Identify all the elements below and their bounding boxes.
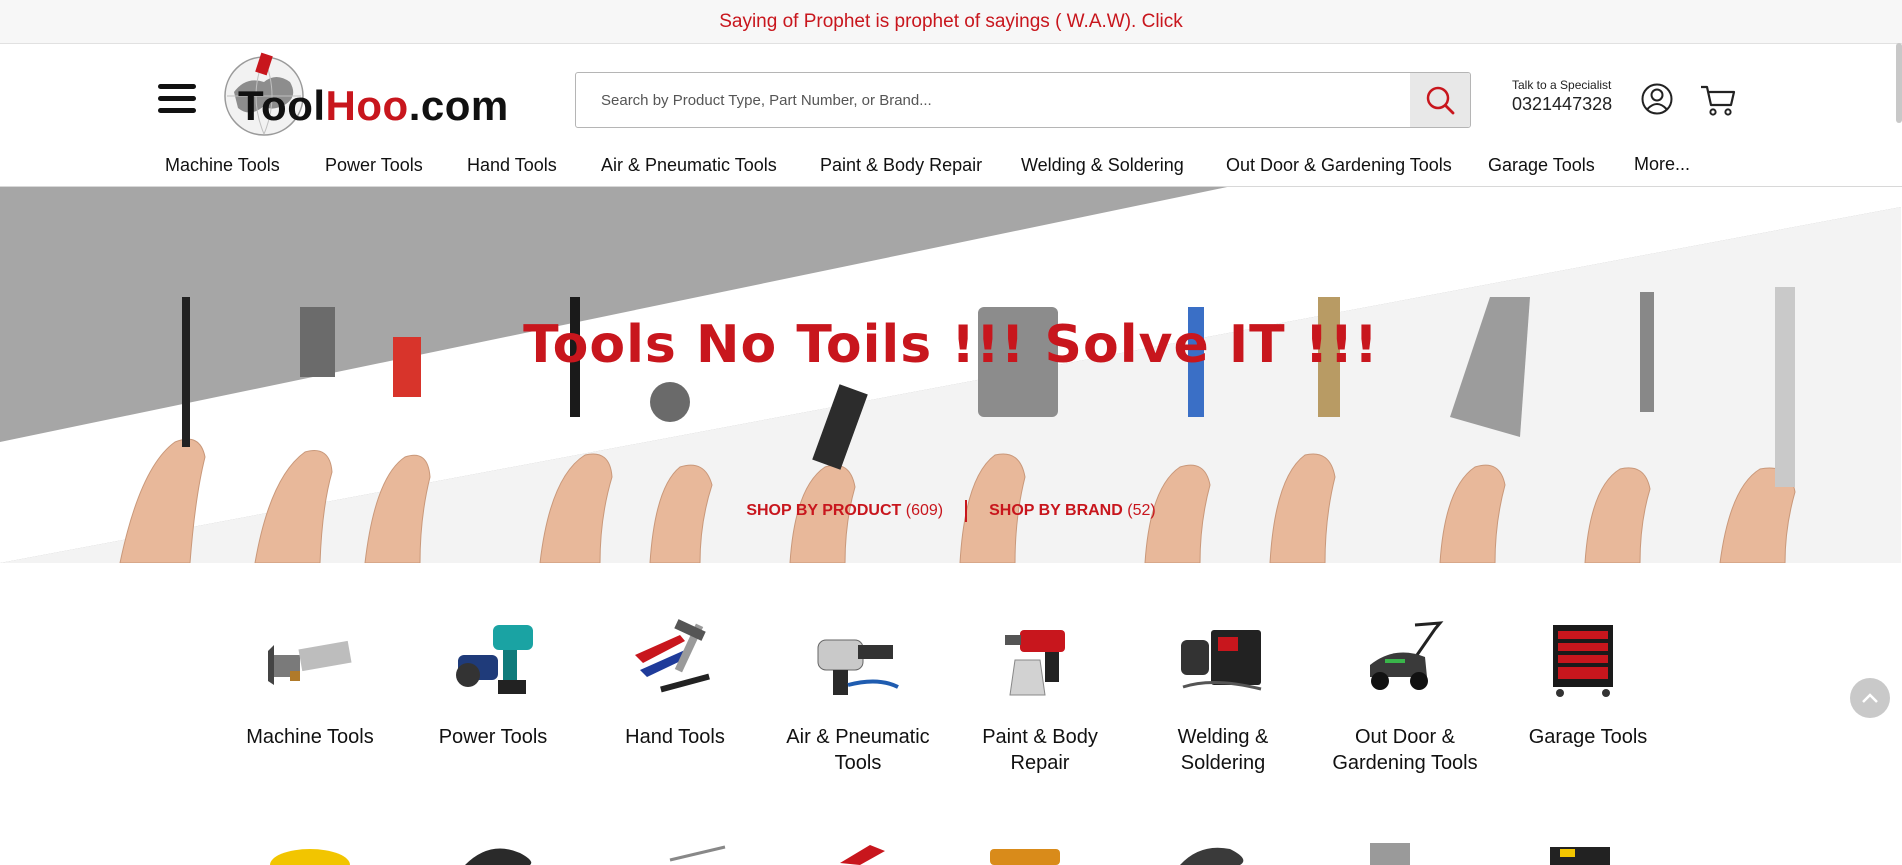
nav-item-more[interactable]: More...: [1634, 154, 1690, 175]
shop-links: SHOP BY PRODUCT (609) SHOP BY BRAND (52): [0, 500, 1901, 522]
nav-item-air-pneumatic-tools[interactable]: Air & Pneumatic Tools: [601, 155, 777, 176]
shop-by-product-link[interactable]: SHOP BY PRODUCT (609): [746, 502, 943, 520]
nav-item-paint-body-repair[interactable]: Paint & Body Repair: [820, 155, 982, 176]
product-count: (609): [905, 502, 944, 519]
category-power-tools[interactable]: Power Tools: [408, 615, 578, 750]
category-label: Garage Tools: [1528, 726, 1648, 748]
cart-icon[interactable]: [1700, 83, 1736, 117]
category-label: Machine Tools: [246, 726, 374, 748]
category-thumbnails-partial: [270, 843, 1610, 865]
chevron-up-icon: [1862, 693, 1878, 703]
welder-icon: [1181, 630, 1262, 691]
link-separator: [965, 500, 968, 522]
category-paint-body-repair[interactable]: Paint & Body Repair: [955, 615, 1125, 776]
category-label: Air & Pneumatic Tools: [786, 726, 930, 774]
lawn-mower-icon: [1370, 621, 1444, 690]
category-garage-tools[interactable]: Garage Tools: [1503, 615, 1673, 750]
category-hand-tools[interactable]: Hand Tools: [590, 615, 760, 750]
specialist-contact[interactable]: Talk to a Specialist 0321447328: [1512, 78, 1612, 115]
specialist-label: Talk to a Specialist: [1512, 78, 1612, 92]
menu-icon[interactable]: [158, 84, 196, 116]
nav-item-machine-tools[interactable]: Machine Tools: [165, 155, 280, 176]
category-machine-tools[interactable]: Machine Tools: [225, 615, 395, 750]
paint-sprayer-icon: [1005, 630, 1065, 696]
logo-text: ToolHoo.com: [238, 82, 509, 129]
announcement-bar[interactable]: Saying of Prophet is prophet of sayings …: [0, 0, 1902, 44]
impact-wrench-icon: [817, 639, 899, 695]
category-grid-row-2: [0, 835, 1902, 865]
category-air-pneumatic-tools[interactable]: Air & Pneumatic Tools: [773, 615, 943, 776]
nav-item-hand-tools[interactable]: Hand Tools: [467, 155, 557, 176]
pliers-hammer-icon: [635, 619, 710, 693]
specialist-phone[interactable]: 0321447328: [1512, 94, 1612, 115]
nav-item-power-tools[interactable]: Power Tools: [325, 155, 423, 176]
category-label: Out Door & Gardening Tools: [1332, 726, 1478, 774]
power-drill-icon: [456, 625, 533, 694]
category-label: Power Tools: [438, 726, 548, 748]
scroll-to-top-button[interactable]: [1850, 678, 1890, 718]
tool-cabinet-icon: [1553, 625, 1613, 697]
category-label: Welding & Soldering: [1177, 726, 1269, 774]
milling-holder-icon: [268, 640, 352, 685]
hero-banner: Tools No Toils !!! Solve IT !!! SHOP BY …: [0, 187, 1901, 563]
announcement-text[interactable]: Saying of Prophet is prophet of sayings …: [719, 11, 1183, 33]
hero-title: Tools No Toils !!! Solve IT !!!: [523, 315, 1379, 375]
nav-item-welding-soldering[interactable]: Welding & Soldering: [1021, 155, 1184, 176]
category-label: Paint & Body Repair: [982, 726, 1098, 774]
category-outdoor-gardening-tools[interactable]: Out Door & Gardening Tools: [1320, 615, 1490, 776]
page-scrollbar[interactable]: [1896, 43, 1902, 123]
site-logo[interactable]: ToolHoo.com: [224, 52, 530, 136]
shop-by-brand-link[interactable]: SHOP BY BRAND (52): [989, 502, 1156, 520]
category-nav: Machine Tools Power Tools Hand Tools Air…: [0, 150, 1902, 186]
user-account-icon[interactable]: [1641, 83, 1673, 115]
search-icon: [1426, 86, 1455, 115]
category-label: Hand Tools: [625, 726, 725, 748]
nav-item-outdoor-gardening-tools[interactable]: Out Door & Gardening Tools: [1226, 155, 1452, 176]
category-welding-soldering[interactable]: Welding & Soldering: [1138, 615, 1308, 776]
nav-item-garage-tools[interactable]: Garage Tools: [1488, 155, 1595, 176]
search-button[interactable]: [1410, 73, 1470, 127]
search-input[interactable]: [576, 73, 1410, 127]
brand-count: (52): [1127, 502, 1156, 519]
search-bar[interactable]: [575, 72, 1471, 128]
